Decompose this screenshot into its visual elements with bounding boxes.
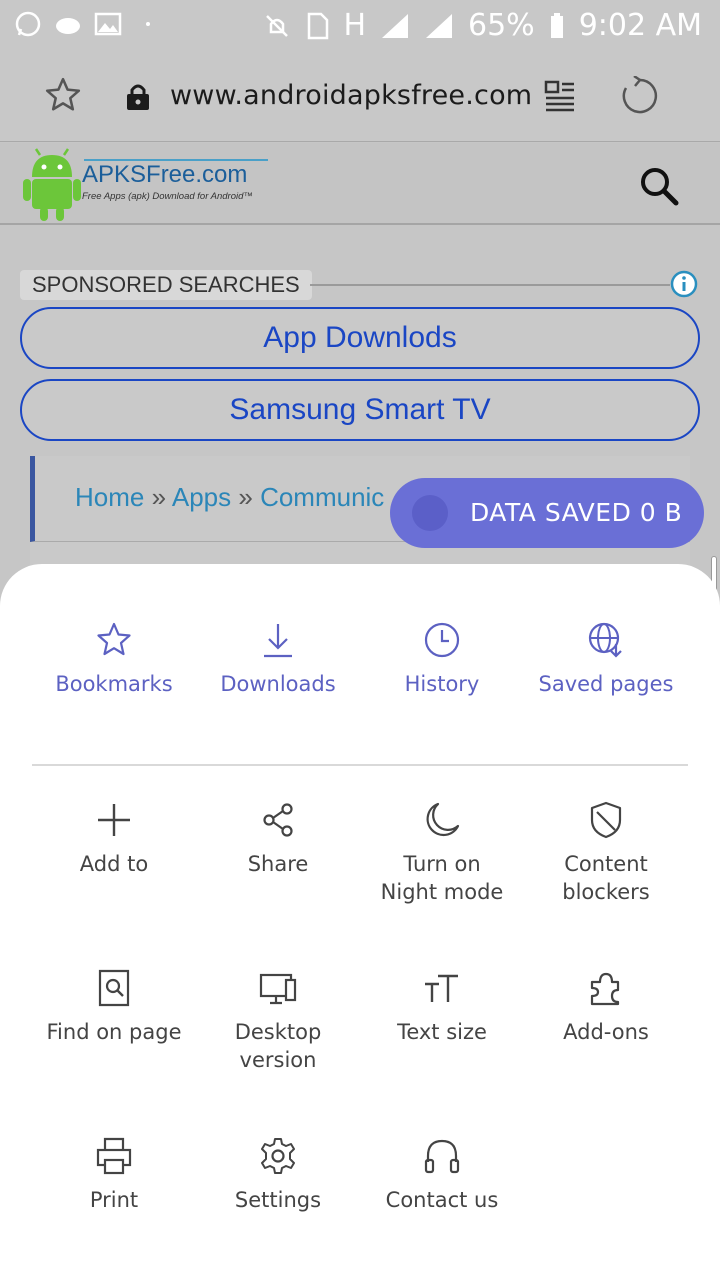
menu-label: Desktop version bbox=[234, 1020, 322, 1072]
menu-contact-us[interactable]: Contact us bbox=[360, 1136, 524, 1214]
lock-icon bbox=[127, 84, 149, 110]
menu-label: Saved pages bbox=[538, 672, 674, 696]
logo-title: APKSFree.com bbox=[82, 161, 248, 188]
star-icon bbox=[97, 622, 131, 656]
breadcrumb: Home » Apps » Communic bbox=[75, 482, 384, 513]
menu-label: Contact us bbox=[385, 1188, 499, 1212]
menu-divider bbox=[32, 764, 688, 766]
whatsapp-icon bbox=[15, 11, 41, 37]
printer-icon bbox=[96, 1137, 132, 1175]
info-icon[interactable] bbox=[670, 270, 698, 298]
menu-label: Print bbox=[89, 1188, 139, 1212]
menu-label: Text size bbox=[397, 1020, 487, 1044]
sponsored-label: SPONSORED SEARCHES bbox=[20, 270, 312, 300]
breadcrumb-current[interactable]: Communic bbox=[260, 482, 384, 512]
plus-icon bbox=[98, 804, 130, 836]
globe-download-icon bbox=[588, 622, 622, 658]
breadcrumb-separator: » bbox=[151, 482, 167, 512]
menu-label: Add-ons bbox=[563, 1020, 649, 1044]
clock-icon bbox=[424, 622, 460, 658]
signal-icon-2 bbox=[426, 13, 452, 38]
clock-time: 9:02 AM bbox=[578, 8, 702, 43]
sponsored-search-samsung-smart-tv[interactable]: Samsung Smart TV bbox=[20, 379, 700, 441]
menu-add-ons[interactable]: Add-ons bbox=[524, 968, 688, 1046]
reader-mode-icon[interactable] bbox=[544, 80, 576, 114]
gear-icon bbox=[261, 1138, 295, 1174]
menu-content-blockers[interactable]: Content blockers bbox=[524, 800, 688, 906]
menu-night-mode[interactable]: Turn on Night mode bbox=[360, 800, 524, 906]
moon-icon bbox=[426, 802, 460, 837]
share-icon bbox=[263, 803, 293, 837]
menu-label: Downloads bbox=[220, 672, 336, 696]
sim-icon bbox=[308, 12, 329, 39]
find-page-icon bbox=[98, 969, 130, 1007]
menu-add-to[interactable]: Add to bbox=[32, 800, 196, 878]
browser-toolbar: www.androidapksfree.com bbox=[0, 52, 720, 142]
menu-history[interactable]: History bbox=[360, 620, 524, 698]
menu-find-on-page[interactable]: Find on page bbox=[32, 968, 196, 1046]
breadcrumb-separator: » bbox=[238, 482, 253, 512]
gallery-icon bbox=[94, 12, 122, 36]
headset-icon bbox=[424, 1139, 460, 1174]
sponsored-search-app-downlods[interactable]: App Downlods bbox=[20, 307, 700, 369]
text-size-icon bbox=[425, 974, 458, 1002]
more-menu-sheet: Bookmarks Downloads History Saved pages … bbox=[0, 564, 720, 1280]
search-icon[interactable] bbox=[638, 165, 680, 207]
menu-label: Content blockers bbox=[562, 852, 650, 904]
sponsored-searches: SPONSORED SEARCHES bbox=[20, 270, 700, 300]
site-logo[interactable]: APKSFree.com Free Apps (apk) Download fo… bbox=[22, 147, 268, 221]
dot-icon bbox=[146, 22, 150, 26]
logo-subtitle: Free Apps (apk) Download for Android™ bbox=[82, 191, 253, 202]
menu-label: Add to bbox=[79, 852, 149, 876]
menu-label: History bbox=[404, 672, 480, 696]
battery-icon bbox=[550, 12, 563, 38]
menu-share[interactable]: Share bbox=[196, 800, 360, 878]
puzzle-icon bbox=[590, 972, 620, 1006]
data-saved-badge[interactable]: DATA SAVED 0 B bbox=[390, 478, 704, 548]
menu-label: Find on page bbox=[46, 1020, 182, 1044]
mute-icon bbox=[266, 14, 289, 37]
android-robot-icon bbox=[23, 148, 81, 221]
download-icon bbox=[264, 624, 292, 658]
menu-label: Share bbox=[247, 852, 309, 876]
menu-label: Turn on Night mode bbox=[380, 852, 504, 904]
status-bar: H 65% 9:02 AM bbox=[0, 0, 720, 52]
menu-bookmarks[interactable]: Bookmarks bbox=[32, 620, 196, 698]
cloud-icon bbox=[56, 18, 80, 34]
data-saved-indicator bbox=[412, 495, 448, 531]
signal-icon bbox=[382, 13, 408, 38]
menu-saved-pages[interactable]: Saved pages bbox=[524, 620, 688, 698]
menu-settings[interactable]: Settings bbox=[196, 1136, 360, 1214]
shield-icon bbox=[590, 801, 622, 839]
battery-percent: 65% bbox=[468, 8, 535, 43]
site-header: APKSFree.com Free Apps (apk) Download fo… bbox=[0, 143, 720, 225]
breadcrumb-home[interactable]: Home bbox=[75, 482, 144, 512]
network-type: H bbox=[343, 8, 366, 43]
menu-print[interactable]: Print bbox=[32, 1136, 196, 1214]
data-saved-label: DATA SAVED 0 B bbox=[470, 498, 683, 527]
desktop-icon bbox=[259, 973, 297, 1005]
reload-icon[interactable] bbox=[620, 76, 660, 116]
divider bbox=[310, 284, 670, 286]
menu-label: Bookmarks bbox=[55, 672, 173, 696]
menu-label: Settings bbox=[234, 1188, 322, 1212]
url-field[interactable]: www.androidapksfree.com bbox=[170, 80, 532, 111]
menu-downloads[interactable]: Downloads bbox=[196, 620, 360, 698]
menu-desktop-version[interactable]: Desktop version bbox=[196, 968, 360, 1074]
breadcrumb-apps[interactable]: Apps bbox=[172, 482, 231, 512]
menu-text-size[interactable]: Text size bbox=[360, 968, 524, 1046]
bookmark-star-icon[interactable] bbox=[44, 76, 82, 114]
